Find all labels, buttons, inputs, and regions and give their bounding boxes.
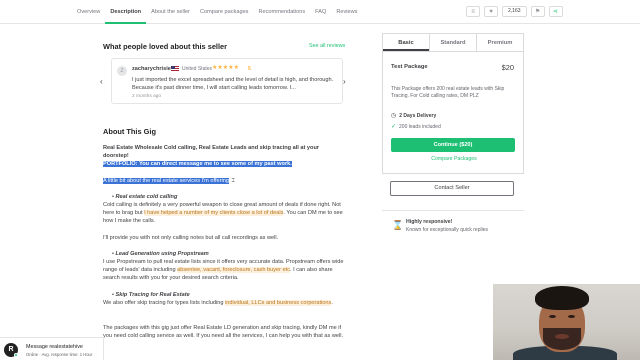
- flag-icon[interactable]: ⚑: [530, 6, 545, 17]
- tab-faq[interactable]: FAQ: [310, 0, 331, 24]
- gig-intro: Real Estate Wholesale Cold calling, Real…: [103, 145, 320, 159]
- share-icon[interactable]: ⋖: [548, 6, 563, 17]
- leads-info: ✓ 200 leads included: [391, 123, 441, 131]
- hourglass-icon: ⌛: [392, 220, 404, 230]
- online-status-icon: [14, 353, 18, 357]
- text-cursor-icon: ⌶: [231, 178, 235, 184]
- responsive-title: Highly responsive!: [406, 219, 453, 225]
- section-skip-tracing-text: We also offer skip tracing for types lis…: [103, 299, 344, 307]
- package-panel: Basic Standard Premium Test Package $20 …: [382, 33, 524, 174]
- section-skip-tracing-title: • Skip Tracing for Real Estate: [112, 292, 190, 298]
- skip-tracing-text-b: .: [331, 300, 333, 306]
- cold-calling-heading: Real estate cold calling: [115, 194, 178, 200]
- tab-recommendations[interactable]: Recommendations: [253, 0, 310, 24]
- package-tab-premium[interactable]: Premium: [476, 34, 523, 51]
- chevron-right-icon[interactable]: ›: [343, 77, 346, 86]
- package-name: Test Package: [391, 64, 428, 70]
- package-tab-standard[interactable]: Standard: [429, 34, 476, 51]
- section-cold-calling-text: Cold calling is definitely a very powerf…: [103, 201, 344, 225]
- tab-overview[interactable]: Overview: [72, 0, 105, 24]
- package-tabs: Basic Standard Premium: [383, 34, 523, 52]
- tab-description[interactable]: Description: [105, 0, 147, 24]
- delivery-time: 2 Days Delivery: [399, 112, 437, 119]
- message-status: Online · Avg. response time: 1 Hour: [26, 352, 93, 357]
- cam-eye-left: [549, 315, 556, 318]
- little-bit-text: A little bit about the real estate servi…: [103, 178, 229, 184]
- skip-tracing-highlight: individual, LLCs and business corporatio…: [224, 300, 332, 306]
- top-navigation: Overview Description About the seller Co…: [0, 0, 640, 24]
- message-seller-bar[interactable]: R Message realestatehive Online · Avg. r…: [0, 337, 104, 360]
- cam-hair: [535, 286, 589, 310]
- tab-about-seller[interactable]: About the seller: [146, 0, 195, 24]
- leads-included: 200 leads included: [399, 123, 441, 130]
- clock-icon: ◷: [391, 113, 397, 119]
- cam-mouth: [555, 334, 569, 339]
- cold-calling-note: I'll provide you with not only calling n…: [103, 235, 279, 241]
- package-tab-basic[interactable]: Basic: [383, 34, 429, 51]
- review-time: 2 months ago: [132, 94, 162, 99]
- skip-tracing-heading: Skip Tracing for Real Estate: [115, 292, 190, 298]
- tab-compare-packages[interactable]: Compare packages: [195, 0, 254, 24]
- rating-value: 5: [248, 66, 251, 72]
- responsive-badge: ⌛ Highly responsive! Known for exception…: [382, 210, 524, 242]
- message-title: Message realestatehive: [26, 344, 83, 350]
- propstream-heading: Lead Generation using Propstream: [115, 251, 209, 257]
- cam-beard: [543, 328, 581, 350]
- reviewer-name: zacharychrisie: [132, 66, 171, 72]
- about-gig-title: About This Gig: [103, 127, 156, 136]
- continue-button[interactable]: Continue ($20): [391, 138, 515, 152]
- review-card: Z zacharychrisie United States ★★★★★ 5 I…: [111, 58, 343, 104]
- section-cold-calling-title: • Real estate cold calling: [112, 194, 178, 200]
- gig-closing: The packages with this gig just offer Re…: [103, 325, 344, 339]
- see-all-reviews-link[interactable]: See all reviews: [309, 43, 345, 49]
- cold-calling-highlight: I have helped a number of my clients clo…: [144, 210, 284, 216]
- gig-portfolio: PORTFOLIO: You can direct message me to …: [103, 160, 344, 168]
- propstream-highlight: absentee, vacant, foreclosure, cash buye…: [177, 267, 291, 273]
- compare-packages-link[interactable]: Compare Packages: [383, 156, 525, 162]
- chevron-left-icon[interactable]: ‹: [100, 77, 103, 86]
- avatar: Z: [117, 66, 127, 76]
- like-count: 2,163: [502, 6, 527, 17]
- webcam-overlay: [493, 284, 640, 360]
- review-text: I just imported the excel spreadsheet an…: [132, 77, 334, 91]
- package-price: $20: [501, 63, 514, 72]
- gig-little-bit: A little bit about the real estate servi…: [103, 177, 344, 185]
- reviews-title: What people loved about this seller: [103, 42, 228, 51]
- section-tabs: Overview Description About the seller Co…: [72, 0, 362, 24]
- heart-icon[interactable]: ♥: [484, 6, 498, 17]
- star-rating-icons: ★★★★★: [212, 65, 239, 71]
- tab-reviews[interactable]: Reviews: [331, 0, 362, 24]
- check-icon: ✓: [391, 124, 397, 130]
- section-propstream-title: • Lead Generation using Propstream: [112, 251, 209, 257]
- reviewer-country: United States: [182, 66, 213, 72]
- package-description: This Package offers 200 real estate lead…: [391, 86, 505, 99]
- delivery-info: ◷ 2 Days Delivery: [391, 112, 437, 120]
- section-propstream-text: I use Propstream to pull real estate lis…: [103, 258, 344, 282]
- cam-eye-right: [568, 315, 575, 318]
- us-flag-icon: [171, 66, 179, 71]
- contact-seller-button[interactable]: Contact Seller: [390, 181, 514, 196]
- list-icon[interactable]: ≡: [466, 6, 480, 17]
- portfolio-text: PORTFOLIO: You can direct message me to …: [103, 161, 292, 167]
- skip-tracing-text-a: We also offer skip tracing for types lis…: [103, 300, 225, 306]
- gig-actions: ≡ ♥ 2,163 ⚑ ⋖: [466, 6, 563, 17]
- responsive-subtitle: Known for exceptionally quick replies: [406, 227, 488, 233]
